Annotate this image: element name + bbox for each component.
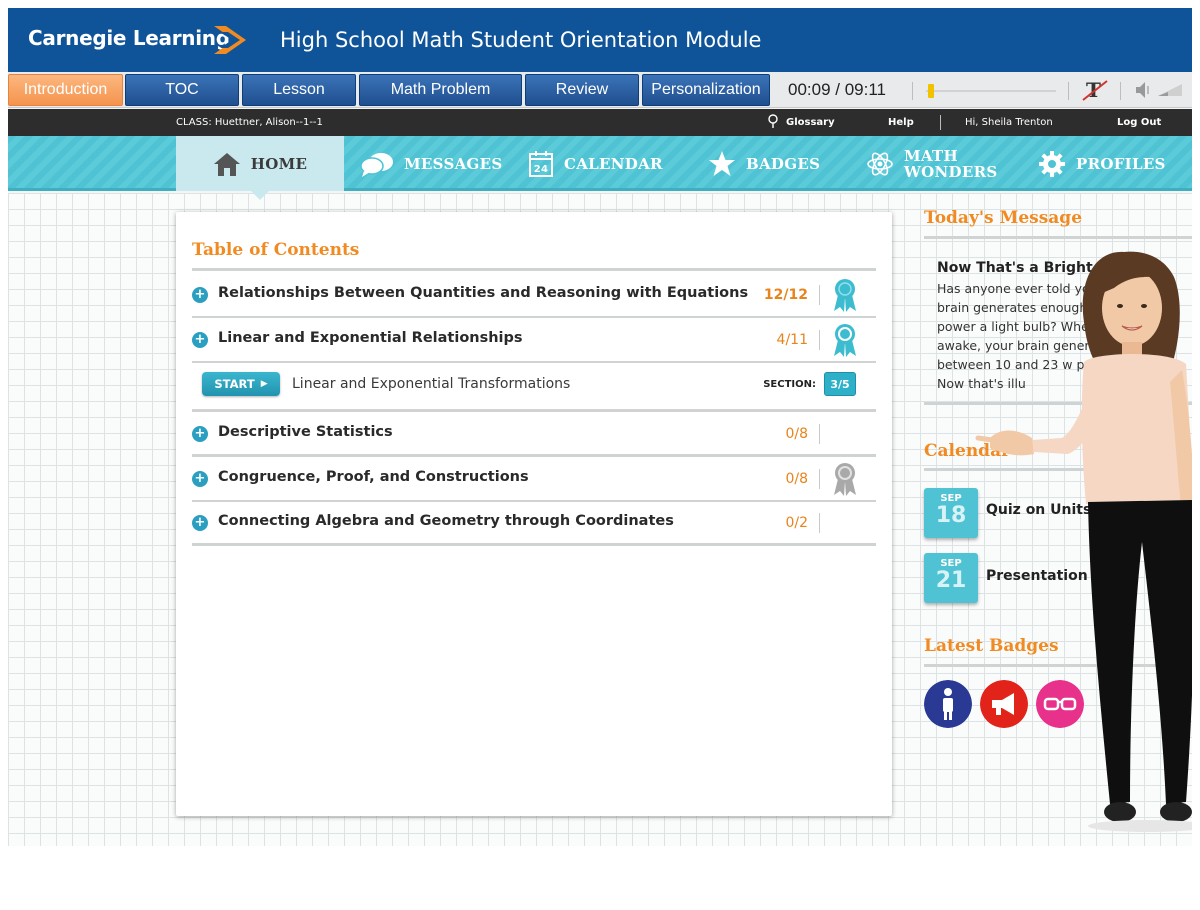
unit-title[interactable]: Linear and Exponential Relationships bbox=[218, 330, 523, 346]
unit-progress: 0/2 bbox=[785, 515, 808, 531]
toolbar-divider bbox=[912, 82, 913, 100]
active-nav-pointer bbox=[250, 190, 270, 200]
logout-link[interactable]: Log Out bbox=[1117, 117, 1161, 128]
seek-slider[interactable] bbox=[926, 84, 1056, 98]
player-toolbar: Introduction TOC Lesson Math Problem Rev… bbox=[8, 72, 1192, 108]
toc-unit-row[interactable]: + Descriptive Statistics 0/8 bbox=[192, 412, 876, 456]
captions-off-icon[interactable]: T bbox=[1082, 78, 1108, 102]
toc-unit-row[interactable]: + Linear and Exponential Relationships 4… bbox=[192, 318, 876, 362]
tab-math-problem[interactable]: Math Problem bbox=[359, 74, 522, 106]
unit-title[interactable]: Congruence, Proof, and Constructions bbox=[218, 469, 529, 485]
expand-plus-icon[interactable]: + bbox=[192, 471, 208, 487]
calendar-icon: 24 bbox=[529, 150, 553, 177]
glossary-link[interactable]: Glossary bbox=[786, 117, 835, 128]
nav-wonders-label: WONDERS bbox=[904, 162, 998, 181]
logo-chevron-icon bbox=[214, 26, 246, 54]
expand-plus-icon[interactable]: + bbox=[192, 332, 208, 348]
person-badge-icon[interactable] bbox=[924, 680, 972, 728]
row-divider bbox=[819, 285, 820, 305]
gear-icon bbox=[1039, 150, 1065, 177]
nav-messages[interactable]: MESSAGES bbox=[360, 136, 503, 191]
section-indicator: 3/5 bbox=[824, 372, 856, 396]
tab-review[interactable]: Review bbox=[525, 74, 639, 106]
app-frame: Carnegie Learning High School Math Stude… bbox=[8, 8, 1192, 846]
seek-track bbox=[926, 90, 1056, 92]
atom-icon bbox=[867, 152, 893, 175]
play-arrow-icon: ▶ bbox=[260, 379, 268, 389]
row-divider bbox=[819, 513, 820, 533]
user-greeting: Hi, Sheila Trenton bbox=[965, 117, 1053, 128]
expand-plus-icon[interactable]: + bbox=[192, 426, 208, 442]
volume-icon[interactable] bbox=[1134, 80, 1184, 100]
tab-toc[interactable]: TOC bbox=[125, 74, 239, 106]
nav-math-label: MATH bbox=[904, 146, 958, 165]
row-divider bbox=[819, 424, 820, 444]
section-label: SECTION: bbox=[763, 379, 816, 390]
house-icon bbox=[213, 152, 240, 176]
tab-personalization[interactable]: Personalization bbox=[642, 74, 770, 106]
timecode: 00:09 / 09:11 bbox=[788, 80, 886, 99]
expand-plus-icon[interactable]: + bbox=[192, 515, 208, 531]
current-lesson-row: START ▶ Linear and Exponential Transform… bbox=[192, 363, 876, 407]
lightbulb-icon bbox=[768, 114, 778, 128]
presenter-character bbox=[975, 251, 1192, 832]
toc-divider bbox=[192, 268, 876, 271]
nav-home[interactable]: HOME bbox=[176, 136, 344, 191]
unit-progress: 0/8 bbox=[785, 426, 808, 442]
toc-unit-row[interactable]: + Relationships Between Quantities and R… bbox=[192, 273, 876, 317]
logo: Carnegie Learning bbox=[28, 26, 230, 50]
nav-profiles[interactable]: PROFILES bbox=[1038, 136, 1166, 191]
svg-text:T: T bbox=[1086, 78, 1101, 102]
expand-plus-icon[interactable]: + bbox=[192, 287, 208, 303]
ribbon-award-icon bbox=[834, 279, 856, 312]
main-nav: HOME MESSAGES 24 CALENDAR BADGES MATH WO… bbox=[8, 136, 1192, 191]
toolbar-divider bbox=[1068, 82, 1069, 100]
toc-unit-row[interactable]: + Connecting Algebra and Geometry throug… bbox=[192, 501, 876, 545]
toolbar-divider bbox=[1120, 82, 1121, 100]
nav-home-label: HOME bbox=[250, 154, 308, 173]
unit-title[interactable]: Connecting Algebra and Geometry through … bbox=[218, 513, 674, 529]
calendar-date-card[interactable]: SEP 21 bbox=[924, 553, 978, 603]
current-lesson-title[interactable]: Linear and Exponential Transformations bbox=[292, 376, 570, 392]
module-title: High School Math Student Orientation Mod… bbox=[280, 28, 762, 52]
todays-message-heading: Today's Message bbox=[924, 208, 1083, 228]
calendar-day: 18 bbox=[935, 503, 967, 528]
seek-thumb[interactable] bbox=[928, 84, 934, 98]
nav-badges[interactable]: BADGES bbox=[708, 136, 820, 191]
calendar-icon-day: 24 bbox=[534, 164, 549, 175]
table-of-contents-panel: Table of Contents + Relationships Betwee… bbox=[176, 212, 892, 816]
unit-title[interactable]: Relationships Between Quantities and Rea… bbox=[218, 285, 748, 301]
start-button-label: START bbox=[214, 377, 255, 391]
toc-divider bbox=[192, 543, 876, 546]
row-divider bbox=[819, 330, 820, 350]
ribbon-award-gray-icon bbox=[834, 463, 856, 496]
unit-progress: 4/11 bbox=[776, 332, 808, 348]
start-button[interactable]: START ▶ bbox=[202, 372, 280, 396]
toc-title: Table of Contents bbox=[192, 240, 360, 260]
account-bar: CLASS: Huettner, Alison--1--1 Glossary H… bbox=[8, 109, 1192, 136]
ribbon-award-icon bbox=[834, 324, 856, 357]
nav-calendar[interactable]: 24 CALENDAR bbox=[528, 136, 663, 191]
help-link[interactable]: Help bbox=[888, 117, 914, 128]
tab-lesson[interactable]: Lesson bbox=[242, 74, 356, 106]
star-icon bbox=[709, 150, 735, 176]
speech-bubbles-icon bbox=[360, 152, 393, 177]
sidebar-divider bbox=[924, 236, 1192, 239]
row-divider bbox=[819, 469, 820, 489]
nav-badges-label: BADGES bbox=[746, 154, 821, 173]
toc-unit-row[interactable]: + Congruence, Proof, and Constructions 0… bbox=[192, 457, 876, 501]
unit-progress: 12/12 bbox=[763, 287, 808, 303]
calendar-day: 21 bbox=[935, 568, 967, 593]
unit-title[interactable]: Descriptive Statistics bbox=[218, 424, 393, 440]
calendar-date-card[interactable]: SEP 18 bbox=[924, 488, 978, 538]
app-header: Carnegie Learning High School Math Stude… bbox=[8, 8, 1192, 72]
bar-divider bbox=[940, 115, 941, 130]
class-label: CLASS: Huettner, Alison--1--1 bbox=[176, 117, 323, 128]
nav-profiles-label: PROFILES bbox=[1076, 154, 1166, 173]
tab-introduction[interactable]: Introduction bbox=[8, 74, 123, 106]
nav-math-wonders[interactable]: MATH WONDERS bbox=[866, 136, 997, 191]
nav-messages-label: MESSAGES bbox=[404, 154, 503, 173]
unit-progress: 0/8 bbox=[785, 471, 808, 487]
nav-calendar-label: CALENDAR bbox=[564, 154, 663, 173]
